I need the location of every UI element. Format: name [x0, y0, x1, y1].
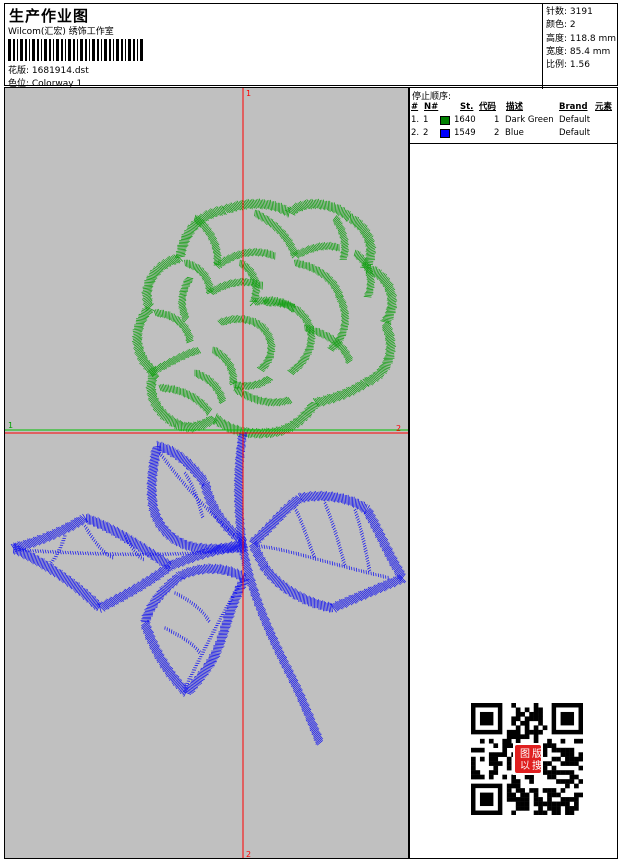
row-stitches: 1640 — [454, 115, 476, 125]
stitch-count: 针数: 3191 — [546, 7, 593, 17]
qr-stamp-char: 图 — [520, 748, 530, 760]
row-brand: Default — [559, 115, 591, 125]
marker-top: 1 — [246, 89, 251, 98]
row-code: 1 — [494, 115, 500, 125]
qr-stamp-char: 以 — [520, 761, 530, 772]
col-brand: Brand — [559, 102, 588, 112]
col-needle: N# — [424, 102, 439, 112]
color-table-header: # N# St. 代码 描述 Brand 元素 — [410, 101, 617, 114]
design-canvas[interactable]: 1 2 1 2 — [4, 87, 409, 859]
marker-bottom: 2 — [246, 850, 251, 859]
color-row[interactable]: 2. 2 1549 2 Blue Default — [410, 127, 617, 140]
stats-panel: 针数: 3191 颜色: 2 高度: 118.8 mm 宽度: 85.4 mm … — [542, 4, 619, 89]
design-width: 宽度: 85.4 mm — [546, 46, 611, 57]
color-table: # N# St. 代码 描述 Brand 元素 1. 1 1640 1 Dark… — [410, 101, 617, 144]
leaves-stem-embroidery — [10, 432, 406, 746]
color-count: 颜色: 2 — [546, 20, 576, 31]
qr-stamp-char: 搜 — [532, 759, 542, 772]
color-swatch — [440, 129, 450, 138]
row-description: Dark Green — [505, 115, 554, 125]
row-stitches: 1549 — [454, 128, 476, 138]
row-index: 2. — [411, 128, 420, 138]
row-index: 1. — [411, 115, 420, 125]
company-name: Wilcom(汇宏) 绣饰工作室 — [8, 27, 114, 37]
qr-code[interactable]: 以图搜版 — [471, 703, 583, 815]
page-title: 生产作业图 — [9, 7, 90, 25]
marker-left: 1 — [8, 421, 13, 430]
col-element: 元素 — [595, 102, 613, 112]
row-code: 2 — [494, 128, 500, 138]
row-needle: 2 — [423, 128, 429, 138]
col-stitches: St. — [460, 102, 474, 112]
embroidery-preview: 1 2 1 2 — [5, 88, 408, 859]
col-code: 代码 — [479, 102, 497, 112]
col-index: # — [411, 102, 419, 112]
barcode — [8, 39, 143, 61]
rose-flower-embroidery — [132, 198, 398, 439]
row-description: Blue — [505, 128, 524, 138]
design-height: 高度: 118.8 mm — [546, 33, 617, 44]
design-file-label: 花版: 1681914.dst — [8, 66, 89, 76]
qr-stamp-char: 版 — [532, 747, 542, 760]
color-row[interactable]: 1. 1 1640 1 Dark Green Default — [410, 114, 617, 127]
col-description: 描述 — [506, 102, 524, 112]
marker-right: 2 — [396, 424, 401, 433]
design-scale: 比例: 1.56 — [546, 60, 590, 71]
row-needle: 1 — [423, 115, 429, 125]
row-brand: Default — [559, 128, 591, 138]
color-swatch — [440, 116, 450, 125]
header-panel: 生产作业图 Wilcom(汇宏) 绣饰工作室 花版: 1681914.dst 色… — [4, 3, 619, 89]
